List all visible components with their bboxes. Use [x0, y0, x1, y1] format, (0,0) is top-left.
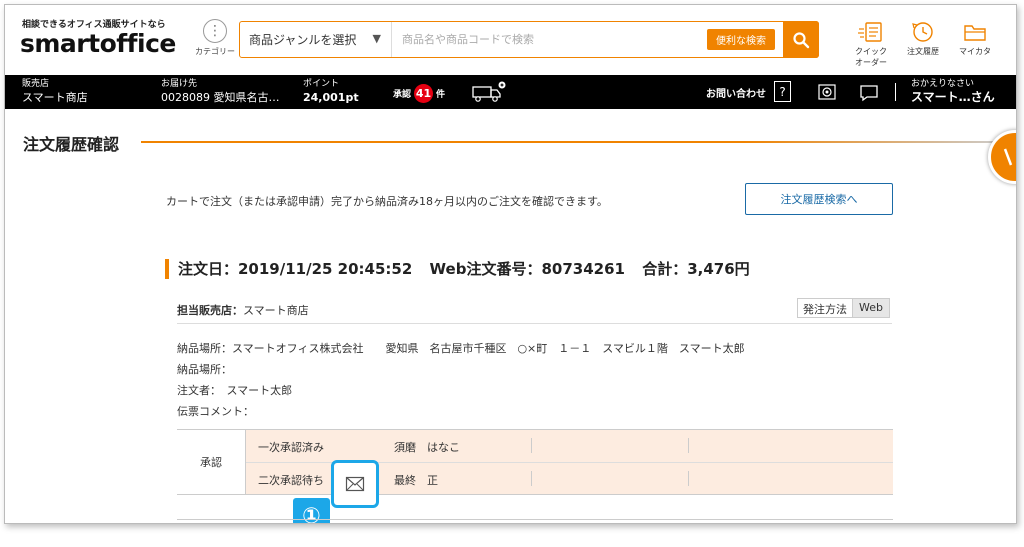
my-catalog-label: マイカタ: [959, 47, 991, 56]
floating-action-button[interactable]: [988, 130, 1016, 184]
contact-link[interactable]: お問い合わせ: [706, 85, 766, 100]
greeting-line2: スマート…さん: [911, 90, 995, 104]
order-history-label: 注文履歴: [907, 47, 939, 56]
site-header: 相談できるオフィス通販サイトなら smartoffice ⋮ カテゴリー 商品ジ…: [5, 5, 1016, 75]
account-menu[interactable]: おかえりなさい スマート…さん: [911, 78, 995, 104]
quick-order-label-1: クイック: [855, 47, 887, 56]
truck-cart-button[interactable]: [471, 81, 507, 107]
order-total: 合計：3,476円: [642, 260, 750, 278]
mail-icon: [345, 476, 365, 492]
my-catalog-button[interactable]: マイカタ: [948, 19, 1002, 56]
cell-divider: [531, 438, 532, 453]
approval-table: 承認 一次承認済み 須磨 はなこ 二次承認待ち 最終 正: [177, 429, 893, 495]
cell-divider: [688, 471, 689, 486]
order-date: 注文日：2019/11/25 20:45:52: [178, 260, 413, 278]
store-value: スマート商店: [22, 91, 88, 104]
approval-status: 一次承認済み: [258, 441, 324, 454]
folder-icon: [964, 25, 986, 41]
genre-select[interactable]: 商品ジャンルを選択 ▼: [240, 22, 392, 57]
delivery-label: お届け先: [161, 79, 198, 89]
help-icon[interactable]: ?: [774, 81, 791, 102]
genre-select-label: 商品ジャンルを選択: [249, 33, 357, 47]
quick-order-button[interactable]: クイック オーダー: [844, 19, 898, 67]
cell-divider: [531, 471, 532, 486]
approval-row: 一次承認済み 須磨 はなこ: [246, 430, 893, 462]
order-heading: 注文日：2019/11/25 20:45:52 Web注文番号：80734261…: [165, 259, 762, 279]
category-button[interactable]: ⋮ カテゴリー: [195, 19, 235, 57]
resend-mail-button[interactable]: [331, 460, 379, 508]
more-vertical-icon: ⋮: [203, 19, 227, 43]
message-button[interactable]: [858, 83, 880, 107]
section-divider: [177, 323, 892, 324]
delivery-place-2: 納品場所：: [177, 363, 232, 376]
points-info[interactable]: ポイント 24,001pt: [303, 78, 359, 104]
store-label: 販売店: [22, 79, 50, 89]
approval-count-badge: 41: [414, 84, 434, 103]
page-description: カートで注文（または承認申請）完了から納品済み18ヶ月以内のご注文を確認できます…: [166, 195, 608, 208]
web-order-number: Web注文番号：80734261: [429, 260, 625, 278]
delivery-info[interactable]: お届け先 0028089 愛知県名古…: [161, 78, 280, 104]
title-underline: [141, 141, 1003, 143]
store-info[interactable]: 販売店 スマート商店: [22, 78, 88, 104]
truck-icon: [472, 81, 506, 102]
approval-status: 二次承認待ち: [258, 474, 324, 487]
account-bar: 販売店 スマート商店 お届け先 0028089 愛知県名古… ポイント 24,0…: [5, 75, 1016, 109]
approval-person: 最終 正: [394, 474, 438, 487]
points-label: ポイント: [303, 79, 340, 89]
search-icon: [793, 31, 810, 48]
order-items-table: [177, 519, 893, 523]
clock-history-icon: [912, 22, 933, 42]
order-method: 発注方法 Web: [797, 298, 890, 318]
order-method-label: 発注方法: [798, 299, 853, 317]
caret-down-icon: ▼: [372, 32, 381, 45]
order-history-button[interactable]: 注文履歴: [896, 19, 950, 56]
shop-label: 担当販売店：: [177, 304, 243, 317]
search-button[interactable]: [783, 21, 819, 58]
quick-order-icon: [858, 22, 882, 42]
order-history-search-button[interactable]: 注文履歴検索へ: [745, 183, 893, 215]
page-title: 注文履歴確認: [23, 135, 120, 154]
quick-order-label-2: オーダー: [855, 58, 887, 67]
delivery-value: 0028089 愛知県名古…: [161, 91, 280, 104]
convenient-search-button[interactable]: 便利な検索: [707, 29, 775, 50]
approval-header: 承認: [177, 430, 246, 494]
approval-suffix: 件: [436, 90, 446, 100]
search-input[interactable]: [392, 22, 707, 57]
delivery-place: 納品場所：スマートオフィス株式会社 愛知県 名古屋市千種区 ○×町 １－１ スマ…: [177, 342, 745, 355]
approval-count-link[interactable]: 承認 41 件: [393, 84, 445, 103]
scanner-icon: [818, 84, 836, 100]
search-bar: 商品ジャンルを選択 ▼ 便利な検索: [239, 21, 819, 58]
approval-person: 須磨 はなこ: [394, 441, 460, 454]
chat-bubble-icon: [860, 85, 878, 102]
points-value: 24,001pt: [303, 91, 359, 104]
bar-divider: [895, 83, 896, 101]
orderer: 注文者： スマート太郎: [177, 384, 293, 397]
site-logo[interactable]: smartoffice: [20, 29, 176, 58]
cell-divider: [688, 438, 689, 453]
slip-comment: 伝票コメント：: [177, 405, 254, 418]
shop-value: スマート商店: [243, 304, 309, 317]
app-window: 相談できるオフィス通販サイトなら smartoffice ⋮ カテゴリー 商品ジ…: [4, 4, 1017, 524]
approval-prefix: 承認: [393, 90, 412, 100]
order-method-value: Web: [853, 299, 889, 317]
chevron-down-icon: [1003, 148, 1013, 166]
shop-info: 担当販売店：スマート商店: [177, 302, 309, 318]
scanner-button[interactable]: [816, 82, 838, 106]
category-label: カテゴリー: [195, 47, 235, 56]
